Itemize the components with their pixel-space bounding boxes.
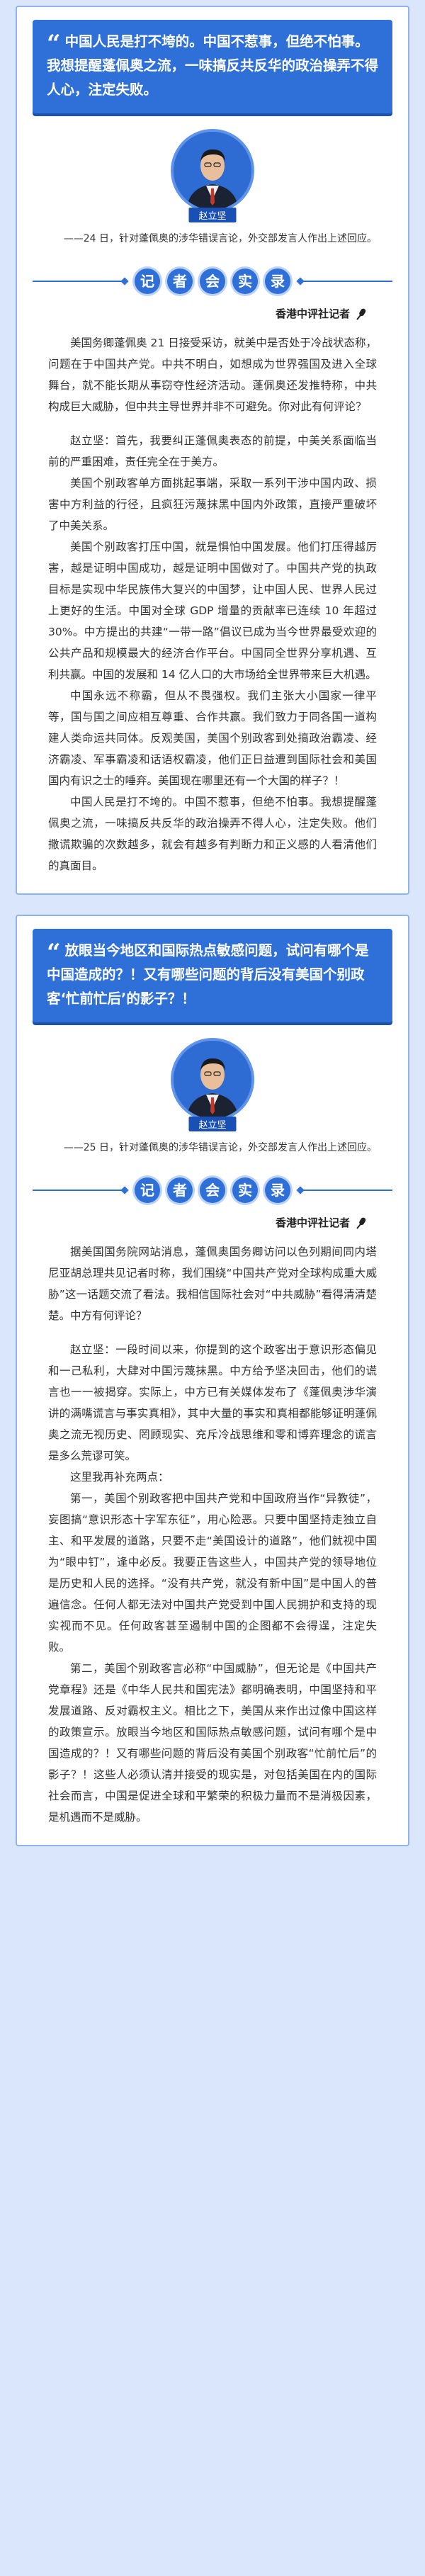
section-header: 记 者 会 实 录 bbox=[33, 1174, 392, 1207]
quote-caption: ——24 日，针对蓬佩奥的涉华错误言论，外交部发言人作出上述回应。 bbox=[63, 233, 377, 244]
reporter-byline: 香港中评社记者 bbox=[17, 1215, 408, 1230]
microphone-icon bbox=[354, 307, 368, 321]
page: “中国人民是打不垮的。中国不惹事，但绝不怕事。我想提醒蓬佩奥之流，一味搞反共反华… bbox=[0, 0, 425, 2576]
article-body: 据美国国务院网站消息，蓬佩奥国务卿访问以色列期间同内塔尼亚胡总理共见记者时称，我… bbox=[17, 1241, 408, 1828]
quote-text: 放眼当今地区和国际热点敏感问题，试问有哪个是中国造成的？！又有哪些问题的背后没有… bbox=[47, 942, 369, 1007]
microphone-icon bbox=[354, 1216, 368, 1230]
divider-right bbox=[299, 281, 392, 282]
section-header: 记 者 会 实 录 bbox=[33, 265, 392, 298]
reporter-byline: 香港中评社记者 bbox=[17, 306, 408, 321]
article-card-1: “中国人民是打不垮的。中国不惹事，但绝不怕事。我想提醒蓬佩奥之流，一味搞反共反华… bbox=[16, 6, 409, 895]
paragraph: 中国人民是打不垮的。中国不惹事，但绝不怕事。我想提醒蓬佩奥之流，一味搞反共反华的… bbox=[48, 796, 377, 872]
article-card-2: “放眼当今地区和国际热点敏感问题，试问有哪个是中国造成的？！又有哪些问题的背后没… bbox=[16, 915, 409, 1846]
spokesperson-portrait: 赵立坚 bbox=[167, 1038, 258, 1137]
spokesperson-portrait: 赵立坚 bbox=[167, 129, 258, 228]
section-char: 者 bbox=[167, 1177, 193, 1203]
paragraph: 第二，美国个别政客言必称“中国威胁”，但无论是《中国共产党章程》还是《中华人民共… bbox=[48, 1662, 377, 1824]
paragraph: 中国永远不称霸，但从不畏强权。我们主张大小国家一律平等，国与国之间应相互尊重、合… bbox=[48, 689, 377, 787]
quote-text: 中国人民是打不垮的。中国不惹事，但绝不怕事。我想提醒蓬佩奥之流，一味搞反共反华的… bbox=[47, 33, 379, 98]
paragraph: 美国个别政客打压中国，就是惧怕中国发展。他们打压得越厉害，越是证明中国成功，越是… bbox=[48, 541, 377, 681]
person-icon bbox=[174, 1041, 251, 1119]
paragraph: 这里我再补充两点： bbox=[70, 1471, 169, 1484]
section-char: 录 bbox=[265, 269, 290, 294]
section-char: 记 bbox=[135, 1177, 160, 1203]
divider-left bbox=[33, 281, 126, 282]
paragraph: 美国个别政客单方面挑起事端，采取一系列干涉中国内政、损害中方利益的行径，且疯狂污… bbox=[48, 477, 377, 532]
divider-right bbox=[299, 1190, 392, 1191]
section-char: 会 bbox=[200, 1177, 225, 1203]
quote-box: “放眼当今地区和国际热点敏感问题，试问有哪个是中国造成的？！又有哪些问题的背后没… bbox=[33, 929, 392, 1022]
quote-mark-icon: “ bbox=[47, 939, 61, 967]
quote-box: “中国人民是打不垮的。中国不惹事，但绝不怕事。我想提醒蓬佩奥之流，一味搞反共反华… bbox=[33, 20, 392, 113]
name-tag: 赵立坚 bbox=[188, 208, 237, 222]
section-char: 者 bbox=[167, 269, 193, 294]
paragraph: 赵立坚：一段时间以来，你提到的这个政客出于意识形态偏见和一己私利，大肆对中国污蔑… bbox=[48, 1343, 377, 1462]
section-char: 实 bbox=[232, 1177, 258, 1203]
divider-left bbox=[33, 1190, 126, 1191]
section-char: 实 bbox=[232, 269, 258, 294]
section-char: 录 bbox=[265, 1177, 290, 1203]
portrait-photo bbox=[171, 129, 254, 213]
paragraph: 赵立坚：首先，我要纠正蓬佩奥表态的前提，中美关系面临当前的严重困难，责任完全在于… bbox=[48, 434, 377, 468]
name-tag: 赵立坚 bbox=[188, 1117, 237, 1131]
paragraph: 第一，美国个别政客把中国共产党和中国政府当作“异教徒”，妄图搞“意识形态十字军东… bbox=[48, 1492, 377, 1654]
reporter-name: 香港中评社记者 bbox=[275, 307, 350, 320]
article-body: 美国务卿蓬佩奥 21 日接受采访，就美中是否处于冷战状态称，问题在于中国共产党。… bbox=[17, 332, 408, 876]
person-icon bbox=[174, 132, 251, 210]
quote-mark-icon: “ bbox=[47, 30, 61, 58]
paragraph: 据美国国务院网站消息，蓬佩奥国务卿访问以色列期间同内塔尼亚胡总理共见记者时称，我… bbox=[48, 1245, 377, 1322]
section-char: 会 bbox=[200, 269, 225, 294]
reporter-name: 香港中评社记者 bbox=[275, 1216, 350, 1229]
quote-caption: ——25 日，针对蓬佩奥的涉华错误言论，外交部发言人作出上述回应。 bbox=[63, 1142, 377, 1153]
section-char: 记 bbox=[135, 269, 160, 294]
paragraph: 美国务卿蓬佩奥 21 日接受采访，就美中是否处于冷战状态称，问题在于中国共产党。… bbox=[48, 337, 377, 413]
portrait-photo bbox=[171, 1038, 254, 1122]
